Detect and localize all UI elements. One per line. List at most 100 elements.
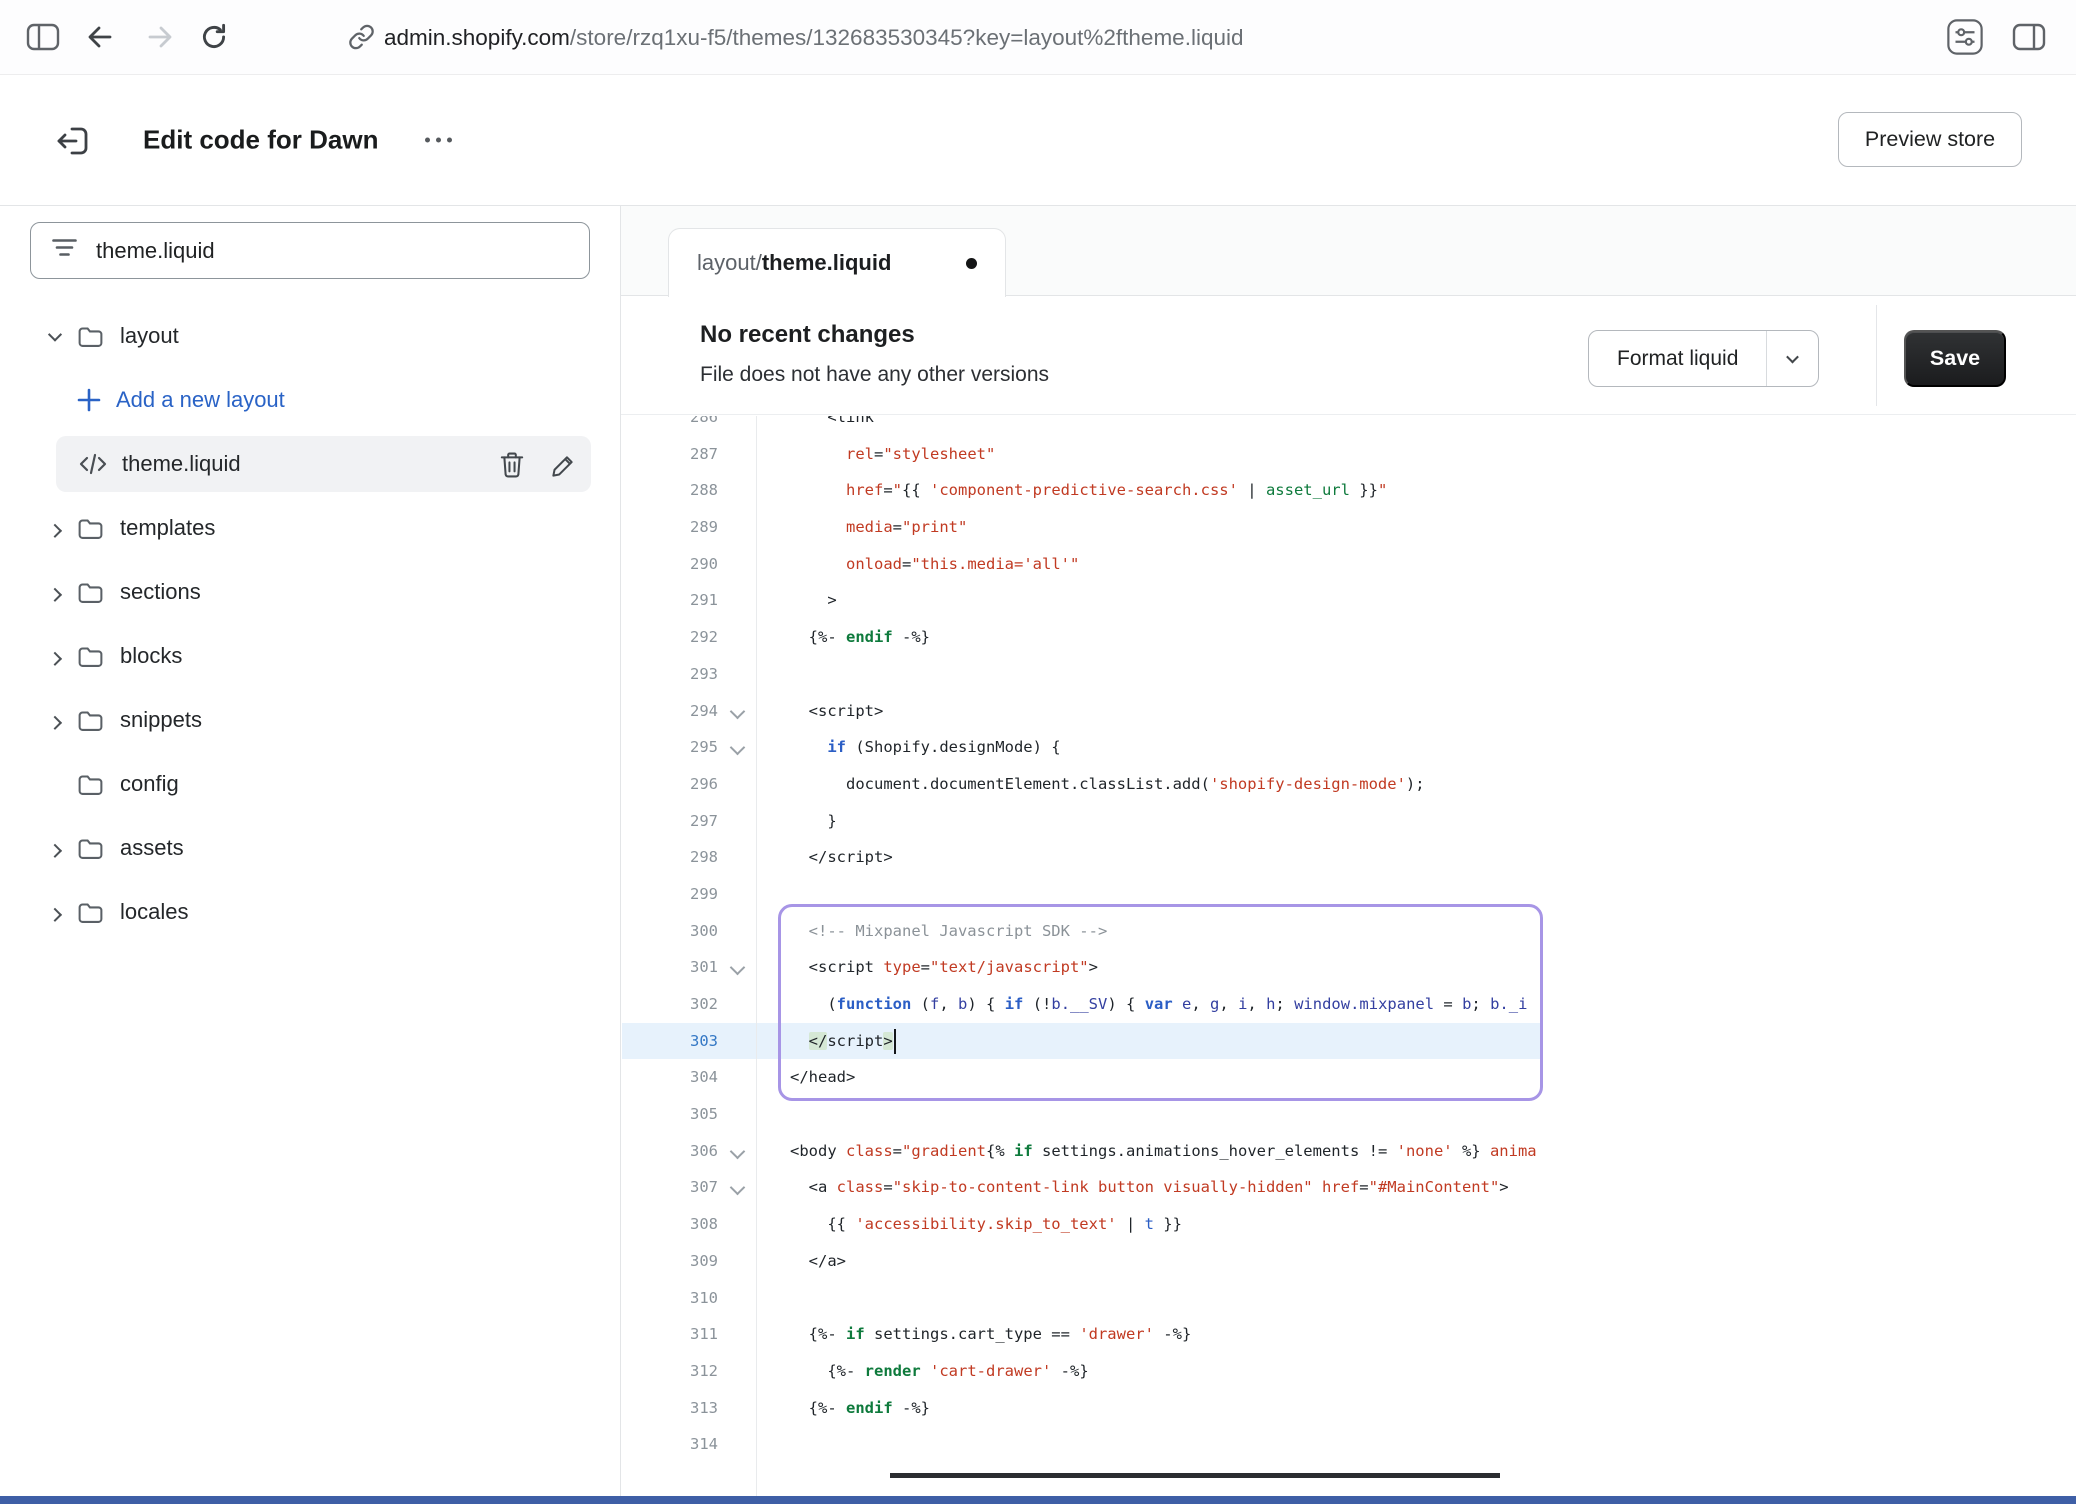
sidebar-item-add-a-new-layout[interactable]: Add a new layout <box>0 372 620 428</box>
line-number[interactable]: 300 <box>621 913 718 950</box>
line-number[interactable]: 303 <box>621 1023 718 1060</box>
code-line[interactable]: 307 <a class="skip-to-content-link butto… <box>621 1169 2076 1206</box>
line-number[interactable]: 309 <box>621 1243 718 1280</box>
code-line[interactable]: 289 media="print" <box>621 509 2076 546</box>
fold-chevron-icon[interactable] <box>724 693 754 730</box>
line-number[interactable]: 305 <box>621 1096 718 1133</box>
exit-code-editor-button[interactable] <box>50 118 96 164</box>
code-line[interactable]: 296 document.documentElement.classList.a… <box>621 766 2076 803</box>
code-line[interactable]: 286 <link <box>621 416 2076 436</box>
sidebar-item-locales[interactable]: locales <box>0 884 620 940</box>
code-line[interactable]: 308 {{ 'accessibility.skip_to_text' | t … <box>621 1206 2076 1243</box>
sidebar-item-blocks[interactable]: blocks <box>0 628 620 684</box>
line-number[interactable]: 306 <box>621 1133 718 1170</box>
code-line[interactable]: 304</head> <box>621 1059 2076 1096</box>
sidebar-item-config[interactable]: config <box>0 756 620 812</box>
delete-file-icon[interactable] <box>497 450 527 480</box>
code-line[interactable]: 301 <script type="text/javascript"> <box>621 949 2076 986</box>
sidebar-item-sections[interactable]: sections <box>0 564 620 620</box>
back-button[interactable] <box>84 22 116 52</box>
code-line[interactable]: 305 <box>621 1096 2076 1133</box>
browser-settings-icon[interactable] <box>1946 18 1984 56</box>
line-number[interactable]: 307 <box>621 1169 718 1206</box>
fold-chevron-icon[interactable] <box>724 1169 754 1206</box>
fold-chevron-icon[interactable] <box>724 1133 754 1170</box>
chevron-right-icon[interactable] <box>42 564 68 620</box>
code-line[interactable]: 291 > <box>621 582 2076 619</box>
side-panel-icon[interactable] <box>26 22 60 52</box>
format-options-dropdown[interactable] <box>1766 331 1818 386</box>
reload-button[interactable] <box>198 21 230 53</box>
format-liquid-button[interactable]: Format liquid <box>1589 331 1766 386</box>
code-line[interactable]: 306<body class="gradient{% if settings.a… <box>621 1133 2076 1170</box>
line-number[interactable]: 302 <box>621 986 718 1023</box>
chevron-right-icon[interactable] <box>42 692 68 748</box>
code-line[interactable]: 293 <box>621 656 2076 693</box>
sidebar-item-layout[interactable]: layout <box>0 308 620 364</box>
code-line[interactable]: 292 {%- endif -%} <box>621 619 2076 656</box>
sidebar-item-templates[interactable]: templates <box>0 500 620 556</box>
right-panel-icon[interactable] <box>2012 22 2046 52</box>
code-editor[interactable]: 286 <link287 rel="stylesheet"288 href="{… <box>621 416 2076 1496</box>
address-bar[interactable]: admin.shopify.com/store/rzq1xu-f5/themes… <box>384 0 1243 75</box>
line-number[interactable]: 310 <box>621 1280 718 1317</box>
line-number[interactable]: 298 <box>621 839 718 876</box>
file-filter-box[interactable] <box>30 222 590 279</box>
line-number[interactable]: 297 <box>621 803 718 840</box>
line-number[interactable]: 287 <box>621 436 718 473</box>
code-line[interactable]: 311 {%- if settings.cart_type == 'drawer… <box>621 1316 2076 1353</box>
line-number[interactable]: 299 <box>621 876 718 913</box>
line-number[interactable]: 311 <box>621 1316 718 1353</box>
code-line[interactable]: 314 <box>621 1426 2076 1463</box>
code-line[interactable]: 302 (function (f, b) { if (!b.__SV) { va… <box>621 986 2076 1023</box>
line-number[interactable]: 296 <box>621 766 718 803</box>
code-line[interactable]: 288 href="{{ 'component-predictive-searc… <box>621 472 2076 509</box>
code-line[interactable]: 312 {%- render 'cart-drawer' -%} <box>621 1353 2076 1390</box>
line-number[interactable]: 308 <box>621 1206 718 1243</box>
code-line[interactable]: 298 </script> <box>621 839 2076 876</box>
fold-chevron-icon[interactable] <box>724 949 754 986</box>
chevron-down-icon[interactable] <box>42 308 68 364</box>
fold-chevron-icon[interactable] <box>724 729 754 766</box>
more-actions-button[interactable] <box>415 128 462 153</box>
line-number[interactable]: 301 <box>621 949 718 986</box>
code-line[interactable]: 310 <box>621 1280 2076 1317</box>
code-line[interactable]: 290 onload="this.media='all'" <box>621 546 2076 583</box>
line-number[interactable]: 313 <box>621 1390 718 1427</box>
line-number[interactable]: 290 <box>621 546 718 583</box>
sidebar-item-theme-liquid[interactable]: theme.liquid <box>0 436 620 492</box>
line-number[interactable]: 294 <box>621 693 718 730</box>
sidebar-item-snippets[interactable]: snippets <box>0 692 620 748</box>
code-line[interactable]: 299 <box>621 876 2076 913</box>
file-filter-input[interactable] <box>96 238 569 264</box>
line-number[interactable]: 288 <box>621 472 718 509</box>
code-line[interactable]: 300 <!-- Mixpanel Javascript SDK --> <box>621 913 2076 950</box>
line-number[interactable]: 295 <box>621 729 718 766</box>
sidebar-item-assets[interactable]: assets <box>0 820 620 876</box>
code-line[interactable]: 309 </a> <box>621 1243 2076 1280</box>
line-number[interactable]: 286 <box>621 416 718 436</box>
chevron-right-icon[interactable] <box>42 628 68 684</box>
line-number[interactable]: 312 <box>621 1353 718 1390</box>
code-line[interactable]: 297 } <box>621 803 2076 840</box>
tab-theme-liquid[interactable]: layout/theme.liquid <box>668 228 1006 297</box>
line-number[interactable]: 289 <box>621 509 718 546</box>
line-number[interactable]: 293 <box>621 656 718 693</box>
chevron-right-icon[interactable] <box>42 820 68 876</box>
code-line[interactable]: 313 {%- endif -%} <box>621 1390 2076 1427</box>
line-number[interactable]: 304 <box>621 1059 718 1096</box>
line-number[interactable]: 291 <box>621 582 718 619</box>
code-line[interactable]: 287 rel="stylesheet" <box>621 436 2076 473</box>
chevron-right-icon[interactable] <box>42 884 68 940</box>
line-number[interactable]: 314 <box>621 1426 718 1463</box>
fold-gutter <box>724 1280 754 1317</box>
code-line[interactable]: 295 if (Shopify.designMode) { <box>621 729 2076 766</box>
save-button[interactable]: Save <box>1904 330 2006 387</box>
forward-button[interactable] <box>144 22 176 52</box>
line-number[interactable]: 292 <box>621 619 718 656</box>
rename-file-icon[interactable] <box>549 450 579 480</box>
code-line[interactable]: 294 <script> <box>621 693 2076 730</box>
code-line[interactable]: 303 </script> <box>621 1023 2076 1060</box>
preview-store-button[interactable]: Preview store <box>1838 112 2022 167</box>
chevron-right-icon[interactable] <box>42 500 68 556</box>
